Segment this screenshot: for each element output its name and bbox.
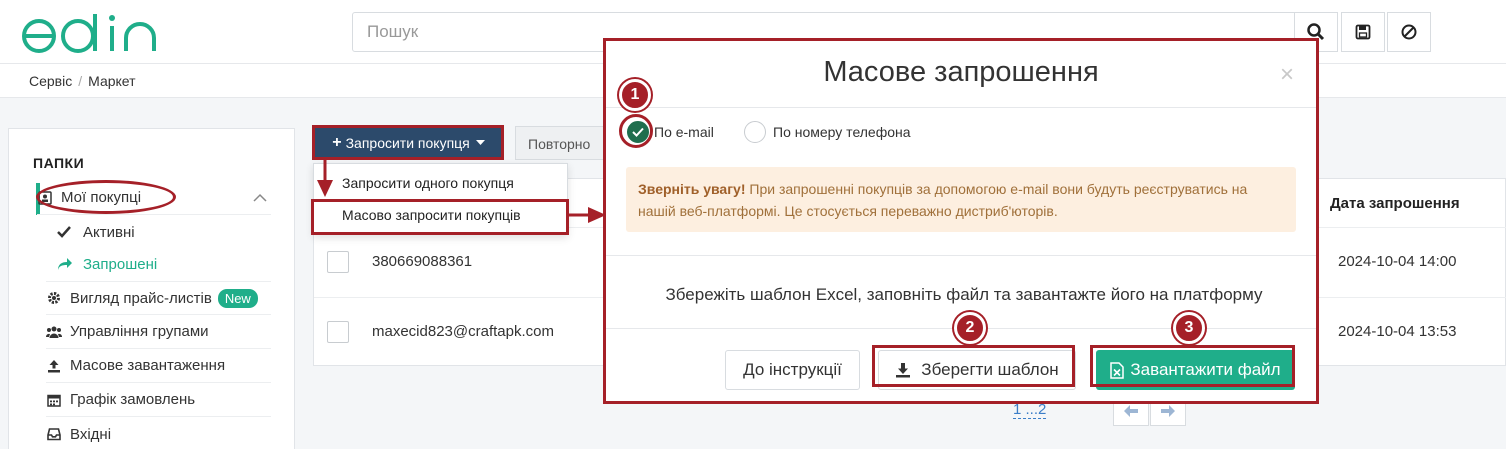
row-checkbox[interactable] <box>327 321 349 343</box>
radio-email-label[interactable]: По e-mail <box>654 124 714 140</box>
row-contact: 380669088361 <box>372 253 473 270</box>
instruction-text: Збережіть шаблон Excel, заповніть файл т… <box>665 285 1263 304</box>
sidebar-item-label: Графік замовлень <box>70 391 196 408</box>
ban-icon <box>1401 24 1417 40</box>
annotation-marker-2: 2 <box>954 312 986 344</box>
annotation-circle-email-radio <box>619 114 653 148</box>
sidebar-item-active[interactable]: Активні <box>57 217 135 247</box>
sidebar-item-label: Запрошені <box>83 255 158 273</box>
radio-phone-label[interactable]: По номеру телефона <box>773 124 911 140</box>
sidebar-item-label: Активні <box>83 223 135 241</box>
annotation-box-upload-file <box>1090 345 1295 387</box>
sidebar: ПАПКИ Мої покупці Активні Запрошені Вигл… <box>8 128 295 449</box>
sidebar-item-label: Вхідні <box>70 425 112 443</box>
sidebar-item-label: Масове завантаження <box>70 357 226 374</box>
email-warning-alert: Зверніть увагу! При запрошенні покупців … <box>626 167 1296 232</box>
invite-one-buyer-item[interactable]: Запросити одного покупця <box>342 175 514 191</box>
instructions-button[interactable]: До інструкції <box>725 350 860 390</box>
sidebar-item-invited[interactable]: Запрошені <box>57 249 157 279</box>
inbox-icon <box>46 426 62 442</box>
new-badge: New <box>217 288 258 308</box>
floppy-icon <box>1355 24 1371 40</box>
arrow-right-icon <box>1161 405 1175 417</box>
sidebar-item-price-lists[interactable]: Вигляд прайс-листів New <box>46 281 271 315</box>
alert-title: Зверніть увагу! <box>638 181 746 197</box>
row-checkbox[interactable] <box>327 251 349 273</box>
save-search-button[interactable] <box>1341 12 1385 52</box>
annotation-marker-1: 1 <box>619 79 651 111</box>
annotation-box-invite-button <box>312 125 504 160</box>
clear-search-button[interactable] <box>1387 12 1431 52</box>
sidebar-item-order-schedule[interactable]: Графік замовлень <box>46 383 271 417</box>
row-contact: maxecid823@craftapk.com <box>372 323 554 340</box>
breadcrumb-market[interactable]: Маркет <box>88 73 135 89</box>
annotation-box-save-template <box>872 345 1075 387</box>
folders-title: ПАПКИ <box>33 155 85 171</box>
gear-icon <box>46 290 62 306</box>
date-column-header[interactable]: Дата запрошення <box>1330 195 1460 212</box>
calendar-icon <box>46 392 62 408</box>
row-date: 2024-10-04 13:53 <box>1338 323 1457 340</box>
sidebar-item-label: Вигляд прайс-листів <box>70 289 212 307</box>
chevron-up-icon[interactable] <box>253 193 267 202</box>
close-icon[interactable]: × <box>1280 61 1294 89</box>
check-icon <box>57 226 71 238</box>
modal-divider <box>606 107 1316 108</box>
modal-divider <box>606 255 1316 256</box>
annotation-marker-3: 3 <box>1173 312 1205 344</box>
arrow-left-icon <box>1124 405 1138 417</box>
repeat-button[interactable]: Повторно <box>515 126 615 160</box>
modal-title: Масове запрошення <box>823 56 1099 88</box>
sidebar-item-inbox[interactable]: Вхідні <box>46 417 271 449</box>
users-icon <box>46 324 62 340</box>
sidebar-item-groups[interactable]: Управління групами <box>46 315 271 349</box>
annotation-box-bulk-invite-item <box>311 199 569 235</box>
share-arrow-icon <box>58 258 72 270</box>
edin-logo[interactable] <box>18 10 168 56</box>
sidebar-item-label: Управління групами <box>70 323 209 340</box>
radio-phone[interactable] <box>744 121 766 143</box>
breadcrumb-service[interactable]: Сервіс <box>29 73 72 89</box>
row-date: 2024-10-04 14:00 <box>1338 253 1457 270</box>
annotation-oval-my-buyers <box>36 180 176 214</box>
breadcrumb-separator: / <box>78 73 83 89</box>
sidebar-item-bulk-upload[interactable]: Масове завантаження <box>46 349 271 383</box>
upload-icon <box>46 358 62 374</box>
